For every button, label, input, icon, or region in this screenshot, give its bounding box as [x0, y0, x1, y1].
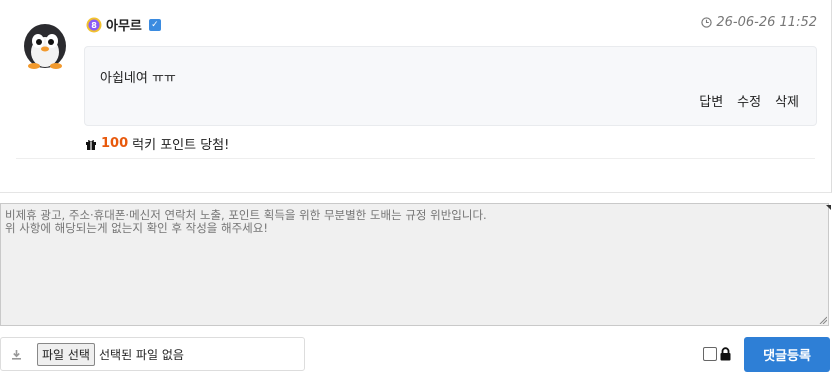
comment-body: 아쉽네여 ㅠㅠ: [100, 71, 176, 86]
lucky-points-notice: 100 럭키 포인트 당첨!: [85, 134, 229, 153]
secret-comment-toggle: [703, 347, 732, 361]
lucky-points-text: 럭키 포인트 당첨!: [132, 138, 230, 153]
secret-checkbox[interactable]: [703, 347, 717, 361]
clock-icon: [701, 17, 713, 28]
submit-comment-button[interactable]: 댓글등록: [744, 337, 830, 372]
level-badge-icon: 8: [86, 17, 102, 32]
username[interactable]: 아무르: [106, 15, 142, 34]
edit-link[interactable]: 수정: [737, 91, 761, 110]
level-number: 8: [91, 21, 97, 30]
comment-time: 26-06-26 11:52: [701, 15, 817, 30]
lucky-points-value: 100: [101, 136, 129, 151]
file-status: 선택된 파일 없음: [98, 347, 184, 362]
lock-icon: [720, 347, 731, 361]
timestamp: 26-06-26 11:52: [716, 15, 817, 30]
comment-actions: 답변 수정 삭제: [699, 91, 799, 110]
delete-link[interactable]: 삭제: [775, 91, 799, 110]
reply-link[interactable]: 답변: [699, 91, 723, 110]
comment-author[interactable]: 8 아무르 ✓: [86, 15, 161, 34]
resize-grip-icon[interactable]: [819, 316, 827, 324]
verified-check-icon: ✓: [148, 18, 161, 31]
penguin-avatar[interactable]: [18, 16, 72, 70]
file-upload: 파일 선택 선택된 파일 없음: [0, 337, 305, 371]
comment-bubble: 아쉽네여 ㅠㅠ 답변 수정 삭제: [84, 46, 817, 126]
corner-mark-icon: [826, 205, 831, 210]
comment-card: 8 아무르 ✓ 26-06-26 11:52 아쉽네여 ㅠㅠ 답변 수정 삭제 …: [0, 0, 832, 193]
divider: [16, 158, 815, 159]
comment-input[interactable]: [0, 203, 829, 326]
file-select-button[interactable]: 파일 선택: [37, 342, 95, 366]
download-icon: [1, 338, 31, 370]
gift-icon: [86, 139, 96, 150]
